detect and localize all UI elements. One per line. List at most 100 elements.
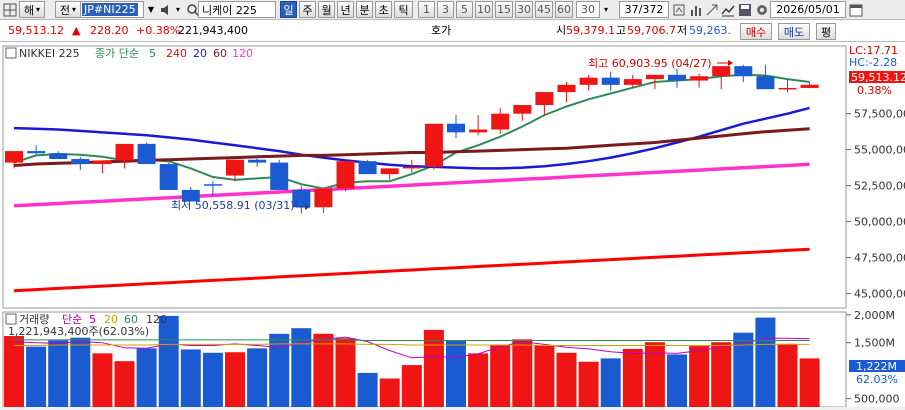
volume-bar[interactable] <box>335 338 356 407</box>
period-tab-month[interactable]: 월 <box>318 1 335 18</box>
candle-body[interactable] <box>159 164 178 190</box>
candle-body[interactable] <box>645 74 664 80</box>
candle-body[interactable] <box>248 159 267 163</box>
volume-bar[interactable] <box>578 361 599 407</box>
volume-bar[interactable] <box>136 348 157 407</box>
period-tab-week[interactable]: 주 <box>299 1 316 18</box>
stock-chart[interactable]: NIKKEI 225 종가 단순 5 240 20 60 120 최고 60,9… <box>0 42 905 408</box>
volume-bar[interactable] <box>92 353 113 407</box>
volume-bar[interactable] <box>26 346 47 407</box>
volume-bar[interactable] <box>689 346 710 407</box>
interval-button-3[interactable]: 3 <box>437 1 454 18</box>
volume-bar[interactable] <box>313 333 334 407</box>
candle-body[interactable] <box>358 161 377 175</box>
volume-bar[interactable] <box>202 352 223 407</box>
volume-bar[interactable] <box>644 342 665 407</box>
interval-button-60[interactable]: 60 <box>555 1 573 18</box>
candle-body[interactable] <box>579 77 598 85</box>
candle-body[interactable] <box>491 113 510 130</box>
period-tab-second[interactable]: 초 <box>375 1 392 18</box>
symbol-input[interactable]: JP#NI225 <box>80 1 144 18</box>
interval-dropdown-icon[interactable]: ▾ <box>601 1 611 18</box>
volume-bar[interactable] <box>468 353 489 407</box>
interval-button-1[interactable]: 1 <box>418 1 435 18</box>
volume-bar[interactable] <box>401 365 422 407</box>
chart-zoom-icon[interactable] <box>720 1 736 18</box>
candle-body[interactable] <box>314 188 333 208</box>
candle-body[interactable] <box>469 129 488 133</box>
candle-body[interactable] <box>71 159 90 165</box>
gear-icon[interactable] <box>754 1 770 18</box>
volume-bar[interactable] <box>48 340 69 408</box>
volume-bar[interactable] <box>180 349 201 407</box>
candle-body[interactable] <box>93 160 112 165</box>
volume-bar[interactable] <box>622 348 643 407</box>
candle-body[interactable] <box>270 162 289 190</box>
candle-body[interactable] <box>203 184 222 186</box>
candle-body[interactable] <box>800 84 819 88</box>
volume-bar[interactable] <box>114 361 135 407</box>
date-field[interactable]: 2026/05/01 <box>770 1 846 18</box>
volume-bar[interactable] <box>799 358 820 407</box>
candle-body[interactable] <box>5 151 23 163</box>
calendar-icon[interactable] <box>848 1 864 18</box>
interval-button-5[interactable]: 5 <box>456 1 473 18</box>
save-icon[interactable] <box>737 1 753 18</box>
volume-bar[interactable] <box>600 358 621 407</box>
candle-body[interactable] <box>336 161 355 189</box>
volume-bar[interactable] <box>379 378 400 408</box>
more-button[interactable]: 평 <box>816 23 836 40</box>
bar-chart-icon[interactable] <box>688 1 704 18</box>
volume-bar[interactable] <box>158 315 179 407</box>
candle-body[interactable] <box>734 66 753 77</box>
candle-body[interactable] <box>690 76 709 81</box>
volume-bar[interactable] <box>490 344 511 407</box>
candle-body[interactable] <box>424 123 443 167</box>
candle-body[interactable] <box>668 74 686 81</box>
candle-body[interactable] <box>115 143 134 161</box>
volume-bar[interactable] <box>556 352 577 407</box>
hoga-label[interactable]: 호가 <box>431 20 451 42</box>
interval-button-10[interactable]: 10 <box>475 1 493 18</box>
sell-button[interactable]: 매도 <box>778 23 810 40</box>
volume-bar[interactable] <box>4 336 24 407</box>
candle-body[interactable] <box>513 105 532 114</box>
candle-body[interactable] <box>601 77 620 85</box>
candle-body[interactable] <box>712 66 731 77</box>
candle-body[interactable] <box>623 79 642 85</box>
period-tab-minute[interactable]: 분 <box>356 1 373 18</box>
volume-bar[interactable] <box>269 333 290 407</box>
period-tab-year[interactable]: 년 <box>337 1 354 18</box>
candle-body[interactable] <box>557 84 576 93</box>
volume-bar[interactable] <box>733 332 754 407</box>
candle-body[interactable] <box>447 123 465 133</box>
interval-input[interactable]: 30 <box>576 1 600 18</box>
market-select[interactable]: 해 ▾ <box>19 1 45 18</box>
candle-body[interactable] <box>402 166 421 169</box>
candle-body[interactable] <box>292 189 311 208</box>
volume-bar[interactable] <box>423 329 444 407</box>
candle-body[interactable] <box>380 168 399 175</box>
volume-bar[interactable] <box>247 348 268 407</box>
candle-body[interactable] <box>778 87 797 90</box>
buy-button[interactable]: 매수 <box>740 23 772 40</box>
interval-button-15[interactable]: 15 <box>495 1 513 18</box>
candle-body[interactable] <box>756 76 775 90</box>
volume-bar[interactable] <box>70 337 91 407</box>
volume-bar[interactable] <box>667 354 687 407</box>
speaker-dropdown-icon[interactable]: ▾ <box>173 1 183 18</box>
interval-button-45[interactable]: 45 <box>535 1 553 18</box>
volume-bar[interactable] <box>446 341 466 407</box>
volume-bar[interactable] <box>711 342 732 407</box>
candle-body[interactable] <box>535 92 554 106</box>
candle-body[interactable] <box>226 159 244 176</box>
volume-bar[interactable] <box>512 339 533 407</box>
volume-bar[interactable] <box>357 372 378 407</box>
volume-bar[interactable] <box>534 345 555 407</box>
scroll-icon[interactable] <box>671 1 687 18</box>
period-tab-day[interactable]: 일 <box>280 1 297 18</box>
chart-type-select[interactable]: 전 ▾ <box>55 1 81 18</box>
volume-bar[interactable] <box>755 317 776 407</box>
candle-body[interactable] <box>49 153 68 160</box>
candle-body[interactable] <box>137 143 156 165</box>
